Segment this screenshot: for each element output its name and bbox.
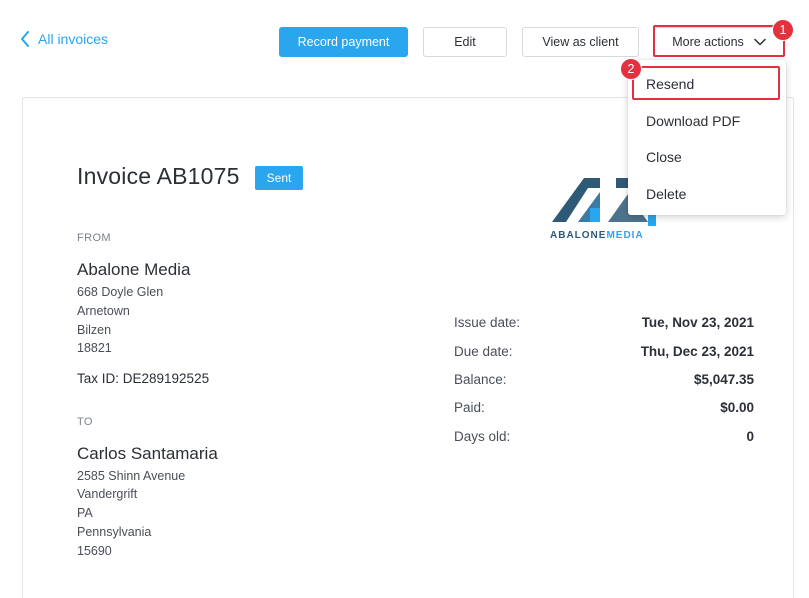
record-payment-label: Record payment bbox=[297, 35, 390, 49]
logo-wordmark-main: ABALONE bbox=[550, 230, 607, 241]
logo-wordmark: ABALONEMEDIA bbox=[550, 230, 644, 241]
record-payment-button[interactable]: Record payment bbox=[279, 27, 408, 57]
edit-label: Edit bbox=[454, 35, 476, 49]
balance-value: $5,047.35 bbox=[693, 372, 754, 387]
status-badge: Sent bbox=[255, 166, 303, 190]
menu-item-download-pdf[interactable]: Download PDF bbox=[628, 103, 786, 140]
from-label: FROM bbox=[77, 232, 111, 244]
step-badge-1: 1 bbox=[772, 19, 794, 41]
from-address-line: 668 Doyle Glen bbox=[77, 285, 164, 299]
to-address-line: 2585 Shinn Avenue bbox=[77, 469, 186, 483]
from-address-line: Arnetown bbox=[77, 304, 130, 318]
to-address-line: PA bbox=[77, 506, 93, 520]
more-actions-button[interactable]: More actions bbox=[654, 27, 784, 57]
chevron-left-icon bbox=[21, 31, 29, 47]
edit-button[interactable]: Edit bbox=[423, 27, 507, 57]
to-address-line: Vandergrift bbox=[77, 487, 138, 501]
from-name: Abalone Media bbox=[77, 260, 191, 279]
issue-date-value: Tue, Nov 23, 2021 bbox=[641, 315, 754, 330]
back-link-label: All invoices bbox=[38, 31, 109, 47]
chevron-down-icon bbox=[754, 38, 766, 46]
menu-item-resend[interactable]: Resend bbox=[628, 66, 786, 103]
due-date-value: Thu, Dec 23, 2021 bbox=[640, 344, 754, 359]
view-as-client-button[interactable]: View as client bbox=[522, 27, 639, 57]
from-address-line: 18821 bbox=[77, 341, 112, 355]
to-address-line: Pennsylvania bbox=[77, 525, 152, 539]
balance-label: Balance: bbox=[454, 372, 507, 387]
due-date-label: Due date: bbox=[454, 344, 513, 359]
back-to-invoices-link[interactable]: All invoices bbox=[20, 31, 108, 47]
logo-wordmark-accent: MEDIA bbox=[606, 230, 644, 241]
menu-item-close[interactable]: Close bbox=[628, 139, 786, 176]
to-label: TO bbox=[77, 416, 93, 428]
from-address-line: Bilzen bbox=[77, 323, 112, 337]
issue-date-label: Issue date: bbox=[454, 315, 521, 330]
more-actions-menu: Resend Download PDF Close Delete bbox=[628, 60, 786, 215]
step-badge-2: 2 bbox=[620, 58, 642, 80]
to-address-line: 15690 bbox=[77, 544, 112, 558]
paid-value: $0.00 bbox=[720, 400, 754, 415]
to-name: Carlos Santamaria bbox=[77, 444, 218, 463]
menu-item-delete[interactable]: Delete bbox=[628, 176, 786, 213]
paid-label: Paid: bbox=[454, 400, 485, 415]
tax-id: Tax ID: DE289192525 bbox=[77, 371, 210, 386]
days-old-value: 0 bbox=[746, 429, 754, 444]
more-actions-label: More actions bbox=[672, 35, 744, 49]
view-as-client-label: View as client bbox=[542, 35, 619, 49]
invoice-title: Invoice AB1075 bbox=[77, 163, 240, 189]
days-old-label: Days old: bbox=[454, 429, 511, 444]
